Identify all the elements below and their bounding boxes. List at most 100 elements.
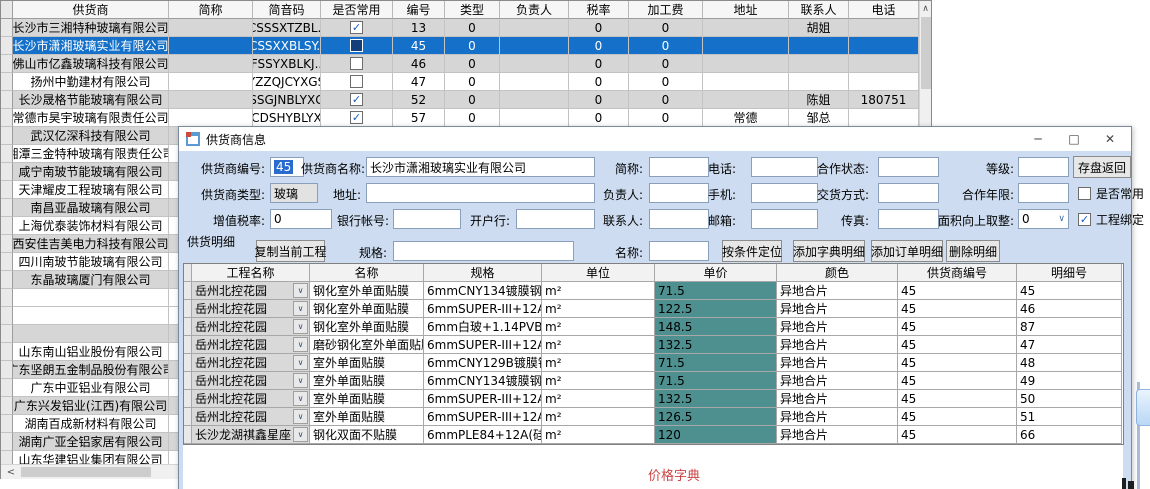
column-header[interactable]: 编号	[393, 1, 445, 19]
chevron-down-icon[interactable]: ∨	[293, 391, 308, 406]
row-header-cell[interactable]	[1, 217, 13, 235]
column-header[interactable]: 单价	[655, 264, 777, 282]
column-header[interactable]: 负责人	[500, 1, 569, 19]
detail-row[interactable]: 长沙龙湖祺鑫星座∨钢化双面不贴膜6mmPLE84+12A(硅酮胶...m²120…	[184, 426, 1123, 444]
common-checkbox-cell[interactable]: ✓	[321, 19, 393, 37]
row-header-cell[interactable]	[1, 451, 13, 464]
row-header-cell[interactable]	[1, 415, 13, 433]
row-header-cell[interactable]	[1, 343, 13, 361]
cell-price[interactable]: 122.5	[655, 300, 777, 318]
column-header[interactable]: 供货商编号	[898, 264, 1017, 282]
scroll-up-icon[interactable]: ∧	[920, 1, 931, 16]
column-header[interactable]: 税率	[569, 1, 629, 19]
row-header-cell[interactable]	[1, 307, 13, 325]
checkbox-icon[interactable]	[350, 75, 363, 88]
bank-branch-input[interactable]	[516, 209, 595, 229]
copy-current-project-button[interactable]: 复制当前工程	[256, 240, 325, 262]
is-common-checkbox[interactable]: 是否常用	[1078, 185, 1144, 202]
column-header[interactable]: 加工费	[629, 1, 703, 19]
detail-row[interactable]: 岳州北控花园∨钢化室外单面贴膜6mm白玻+1.14PVB+6mm...m²148…	[184, 318, 1123, 336]
supplier-row[interactable]: 扬州中勤建材有限公司YZZQJCYXGS47000	[1, 73, 919, 91]
row-header-cell[interactable]	[1, 145, 13, 163]
common-checkbox-cell[interactable]	[321, 73, 393, 91]
column-header[interactable]: 地址	[703, 1, 789, 19]
cell-price[interactable]: 126.5	[655, 408, 777, 426]
column-header[interactable]: 规格	[424, 264, 542, 282]
cell-price[interactable]: 132.5	[655, 336, 777, 354]
row-header-cell[interactable]	[1, 181, 13, 199]
common-checkbox-cell[interactable]	[321, 37, 393, 55]
cell-price[interactable]: 132.5	[655, 390, 777, 408]
detail-row[interactable]: 岳州北控花园∨室外单面贴膜6mmSUPER-III+12A(硅...m²126.…	[184, 408, 1123, 426]
supplier-row[interactable]: 常德市昊宇玻璃有限责任公司CDSHYBLYX✓57000常德邹总	[1, 109, 919, 127]
scroll-left-icon[interactable]: <	[3, 465, 19, 479]
row-header-cell[interactable]	[184, 390, 192, 408]
column-header[interactable]: 联系人	[789, 1, 849, 19]
column-header[interactable]: 电话	[849, 1, 919, 19]
row-header-cell[interactable]	[1, 73, 13, 91]
bank-account-input[interactable]	[393, 209, 461, 229]
detail-row[interactable]: 岳州北控花园∨室外单面贴膜6mmSUPER-III+12A(硅...m²132.…	[184, 390, 1123, 408]
name-filter-input[interactable]	[649, 241, 709, 261]
chevron-down-icon[interactable]: ∨	[293, 283, 308, 298]
common-checkbox-cell[interactable]: ✓	[321, 91, 393, 109]
project-name-combo[interactable]: 岳州北控花园∨	[192, 408, 310, 426]
supplier-row[interactable]: 长沙晟格节能玻璃有限公司CSSGJNBLYXGS✓52000陈姐180751	[1, 91, 919, 109]
row-header-cell[interactable]	[1, 325, 13, 343]
area-round-up-select[interactable]: 0 ∨	[1018, 209, 1069, 229]
supplier-id-input[interactable]: 45	[270, 157, 304, 177]
supplier-name-input[interactable]: 长沙市潇湘玻璃实业有限公司	[366, 157, 595, 177]
row-header-cell[interactable]	[1, 37, 13, 55]
row-header-cell[interactable]	[1, 163, 13, 181]
chevron-down-icon[interactable]: ∨	[293, 355, 308, 370]
row-header-cell[interactable]	[184, 426, 192, 444]
project-bind-checkbox[interactable]: ✓ 工程绑定	[1078, 211, 1144, 228]
row-header-cell[interactable]	[184, 408, 192, 426]
project-name-combo[interactable]: 长沙龙湖祺鑫星座∨	[192, 426, 310, 444]
row-header-cell[interactable]	[1, 397, 13, 415]
row-header-cell[interactable]	[1, 289, 13, 307]
detail-row[interactable]: 岳州北控花园∨钢化室外单面贴膜6mmSUPER-III+12A(硅...m²12…	[184, 300, 1123, 318]
row-header-cell[interactable]	[184, 336, 192, 354]
horizontal-scrollbar-thumb[interactable]	[21, 467, 151, 477]
add-dictionary-detail-button[interactable]: 添加字典明细	[793, 240, 865, 262]
row-header-cell[interactable]	[1, 19, 13, 37]
vat-rate-input[interactable]: 0	[270, 209, 332, 229]
common-checkbox-cell[interactable]: ✓	[321, 109, 393, 127]
project-name-combo[interactable]: 岳州北控花园∨	[192, 354, 310, 372]
row-header-cell[interactable]	[184, 318, 192, 336]
supplier-row[interactable]: 长沙市潇湘玻璃实业有限公司CSSXXBLSY..45000	[1, 37, 919, 55]
column-header[interactable]: 工程名称	[192, 264, 310, 282]
chevron-down-icon[interactable]: ∨	[293, 319, 308, 334]
common-checkbox-cell[interactable]	[321, 55, 393, 73]
column-header[interactable]: 是否常用	[321, 1, 393, 19]
spec-filter-input[interactable]	[393, 241, 574, 261]
vertical-scrollbar-thumb[interactable]	[921, 17, 931, 89]
email-input[interactable]	[751, 209, 818, 229]
row-header-cell[interactable]	[184, 372, 192, 390]
row-header-cell[interactable]	[1, 361, 13, 379]
chevron-down-icon[interactable]: ∨	[293, 427, 308, 442]
checkbox-icon[interactable]	[350, 39, 363, 52]
column-header[interactable]: 供货商	[13, 1, 169, 19]
project-name-combo[interactable]: 岳州北控花园∨	[192, 318, 310, 336]
project-name-combo[interactable]: 岳州北控花园∨	[192, 372, 310, 390]
row-header-cell[interactable]	[1, 253, 13, 271]
row-header-cell[interactable]	[1, 55, 13, 73]
column-header[interactable]: 颜色	[777, 264, 898, 282]
close-icon[interactable]: ✕	[1093, 127, 1127, 151]
chevron-down-icon[interactable]: ∨	[293, 337, 308, 352]
column-header[interactable]: 简称	[169, 1, 253, 19]
checkbox-checked-icon[interactable]: ✓	[350, 111, 363, 124]
row-header-cell[interactable]	[1, 199, 13, 217]
column-header[interactable]: 简音码	[253, 1, 321, 19]
row-header-cell[interactable]	[184, 354, 192, 372]
chevron-down-icon[interactable]: ∨	[1058, 214, 1065, 224]
phone-input[interactable]	[751, 157, 818, 177]
cell-price[interactable]: 120	[655, 426, 777, 444]
maximize-icon[interactable]: □	[1057, 127, 1091, 151]
cell-price[interactable]: 148.5	[655, 318, 777, 336]
cell-price[interactable]: 71.5	[655, 354, 777, 372]
project-name-combo[interactable]: 岳州北控花园∨	[192, 282, 310, 300]
delivery-input[interactable]	[878, 183, 939, 203]
